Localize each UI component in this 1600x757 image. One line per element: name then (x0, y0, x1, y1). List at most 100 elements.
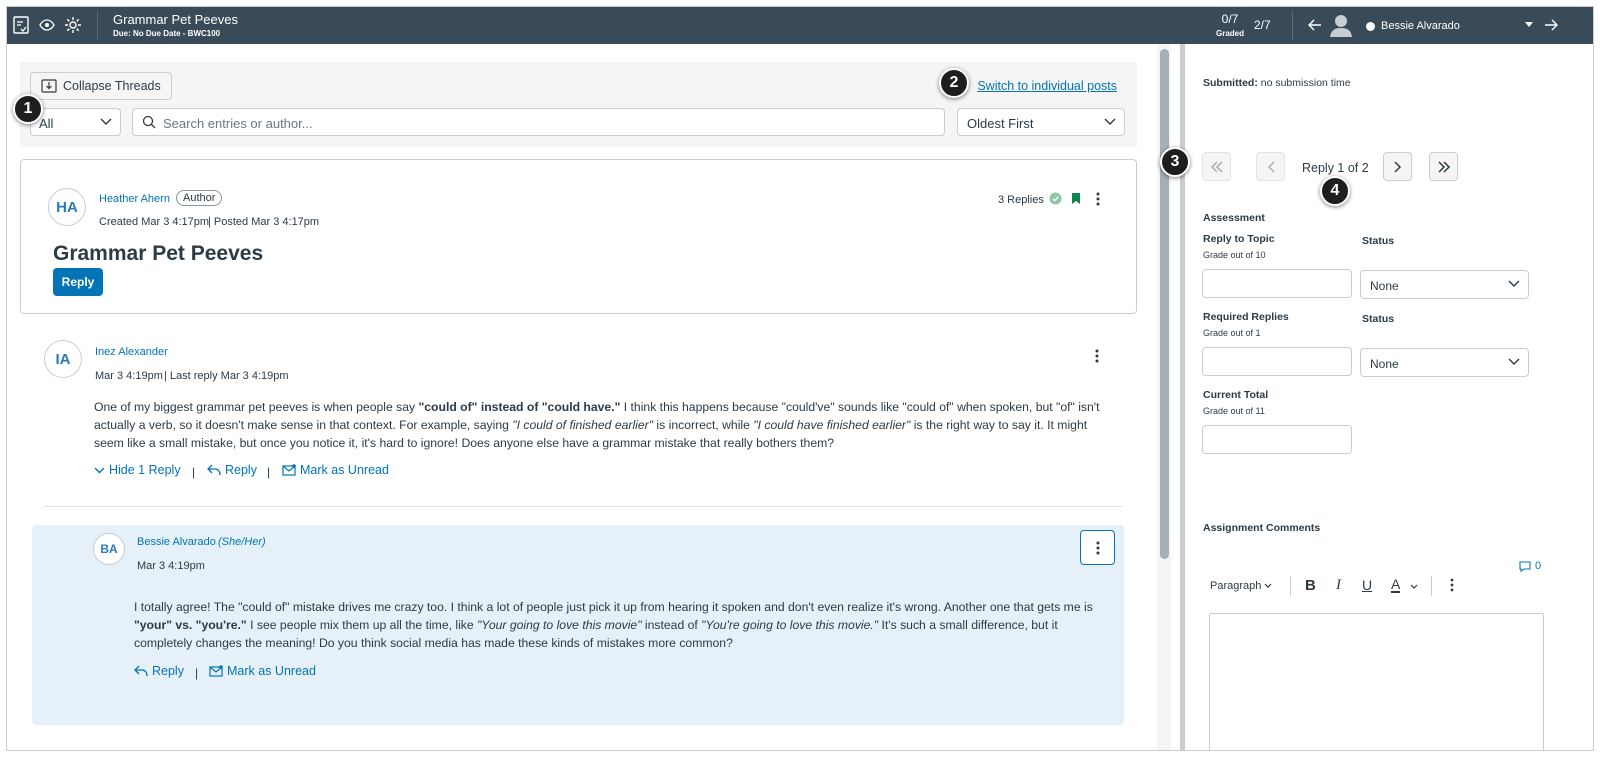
header-divider (97, 11, 98, 40)
current-total-input (1202, 425, 1352, 454)
first-reply-button[interactable] (1202, 152, 1231, 181)
reply-position: Reply 1 of 2 (1302, 161, 1369, 175)
chevron-right-icon (1393, 160, 1401, 173)
last-reply-button[interactable] (1429, 152, 1458, 181)
caret-down-icon[interactable] (1519, 15, 1539, 35)
paragraph-dropdown[interactable]: Paragraph (1210, 580, 1272, 592)
sort-value: Oldest First (967, 116, 1034, 131)
mark-unread-label: Mark as Unread (300, 463, 389, 477)
avatar: HA (48, 188, 86, 226)
body-text-segment: "could of" instead of "could have." (418, 400, 621, 414)
presence-dot (1366, 22, 1375, 31)
required-replies-grade-input[interactable] (1202, 347, 1352, 376)
reply-action[interactable]: Reply (134, 664, 184, 678)
thread-divider (43, 506, 1123, 507)
action-separator: | (267, 465, 271, 479)
chevron-down-icon (94, 467, 105, 473)
gear-icon[interactable] (63, 15, 83, 35)
entry-date: Mar 3 4:19pm (95, 370, 163, 382)
topic-card: HA Heather Ahern Author Created Mar 3 4:… (20, 159, 1137, 314)
reply-button[interactable]: Reply (53, 268, 103, 296)
arrow-left-icon[interactable] (1305, 15, 1325, 35)
collapse-threads-label: Collapse Threads (63, 79, 161, 93)
underline-icon[interactable]: U (1362, 577, 1372, 593)
collapse-icon (41, 79, 57, 93)
arrow-right-icon[interactable] (1541, 15, 1561, 35)
mark-unread-action[interactable]: Mark as Unread (282, 463, 389, 477)
switch-individual-posts-link[interactable]: Switch to individual posts (977, 79, 1117, 93)
comment-editor[interactable] (1209, 613, 1544, 750)
reply-action[interactable]: Reply (207, 463, 257, 477)
assignment-comments-heading: Assignment Comments (1203, 522, 1321, 534)
search-icon (142, 115, 156, 129)
author-badge: Author (176, 190, 223, 206)
chevron-down-icon (1508, 358, 1520, 365)
status-select[interactable]: None (1360, 270, 1529, 299)
scrollbar-thumb[interactable] (1160, 49, 1169, 559)
body-text-segment: is incorrect, while (653, 418, 754, 432)
search-input[interactable]: Search entries or author... (132, 108, 945, 136)
reply-to-topic-grade-input[interactable] (1202, 269, 1352, 298)
reply-action-label: Reply (152, 664, 184, 678)
toolbar-divider (1431, 576, 1432, 596)
hide-replies-button[interactable]: Hide 1 Reply (94, 463, 181, 477)
previous-reply-button[interactable] (1256, 152, 1285, 181)
graded-label: Graded (1215, 29, 1244, 38)
text-color-icon[interactable]: A (1391, 577, 1401, 593)
chevron-down-icon (1104, 118, 1116, 125)
comment-count[interactable]: 0 (1519, 560, 1541, 572)
assessment-heading: Assessment (1203, 212, 1265, 224)
status-label: Status (1362, 235, 1395, 247)
entry-author-link[interactable]: Bessie Alvarado (137, 536, 216, 548)
chevron-down-icon (100, 118, 112, 125)
submitted-key: Submitted: (1203, 77, 1258, 89)
filter-select[interactable]: All (30, 108, 121, 136)
search-placeholder: Search entries or author... (163, 116, 313, 131)
status-select[interactable]: None (1360, 348, 1529, 377)
topic-author-link[interactable]: Heather Ahern (99, 193, 170, 205)
topic-options-icon[interactable] (1089, 190, 1107, 208)
student-select[interactable]: Bessie Alvarado (1381, 20, 1460, 32)
reply-arrow-icon (134, 665, 148, 677)
hide-replies-label: Hide 1 Reply (109, 463, 181, 477)
sort-select[interactable]: Oldest First (957, 108, 1125, 136)
mark-unread-action[interactable]: Mark as Unread (209, 664, 316, 678)
next-reply-button[interactable] (1383, 152, 1412, 181)
entry-author-link[interactable]: Inez Alexander (95, 346, 168, 358)
body-text-segment: "Your going to love this movie" (477, 618, 642, 632)
replies-count: 3 Replies (998, 194, 1044, 206)
bookmark-icon[interactable] (1071, 192, 1081, 210)
entry-last-reply: | Last reply Mar 3 4:19pm (164, 370, 289, 382)
graded-count: 0/7 (1221, 12, 1239, 26)
eye-icon[interactable] (37, 15, 57, 35)
italic-icon[interactable]: I (1336, 577, 1341, 594)
body-text-segment: "I could of finished earlier" (512, 418, 654, 432)
chevron-down-icon (1265, 583, 1272, 588)
student-position: 2/7 (1254, 18, 1271, 32)
body-text-segment: I totally agree! The "could of" mistake … (134, 600, 1093, 614)
entry-options-button[interactable] (1080, 530, 1115, 565)
more-options-icon[interactable] (1450, 578, 1454, 595)
published-check-icon (1049, 192, 1062, 210)
collapse-threads-button[interactable]: Collapse Threads (30, 72, 172, 100)
topic-title: Grammar Pet Peeves (53, 242, 264, 265)
entry-body: I totally agree! The "could of" mistake … (134, 598, 1114, 652)
required-replies-label: Required Replies (1203, 311, 1289, 323)
bold-icon[interactable]: B (1305, 577, 1316, 594)
mark-unread-label: Mark as Unread (227, 664, 316, 678)
author-pronouns: (She/Her) (218, 536, 266, 548)
body-text-segment: "I could have finished earlier" (753, 418, 911, 432)
chevron-down-icon[interactable] (1410, 581, 1418, 593)
nested-reply-card: BA Bessie Alvarado (She/Her) Mar 3 4:19p… (32, 525, 1124, 725)
comment-icon (1519, 560, 1531, 572)
gradebook-icon[interactable] (11, 15, 31, 35)
mail-icon (282, 464, 296, 476)
header-bar: Grammar Pet Peeves Due: No Due Date - BW… (7, 7, 1593, 44)
entry-options-icon[interactable] (1088, 347, 1106, 365)
submitted-value: no submission time (1260, 77, 1351, 89)
required-replies-grade-hint: Grade out of 1 (1203, 328, 1261, 338)
discussion-toolbar: Collapse Threads Switch to individual po… (20, 62, 1137, 147)
entry-body: One of my biggest grammar pet peeves is … (94, 398, 1119, 452)
body-text-segment: instead of (641, 618, 702, 632)
body-text-segment: "your" vs. "you're." (134, 618, 247, 632)
